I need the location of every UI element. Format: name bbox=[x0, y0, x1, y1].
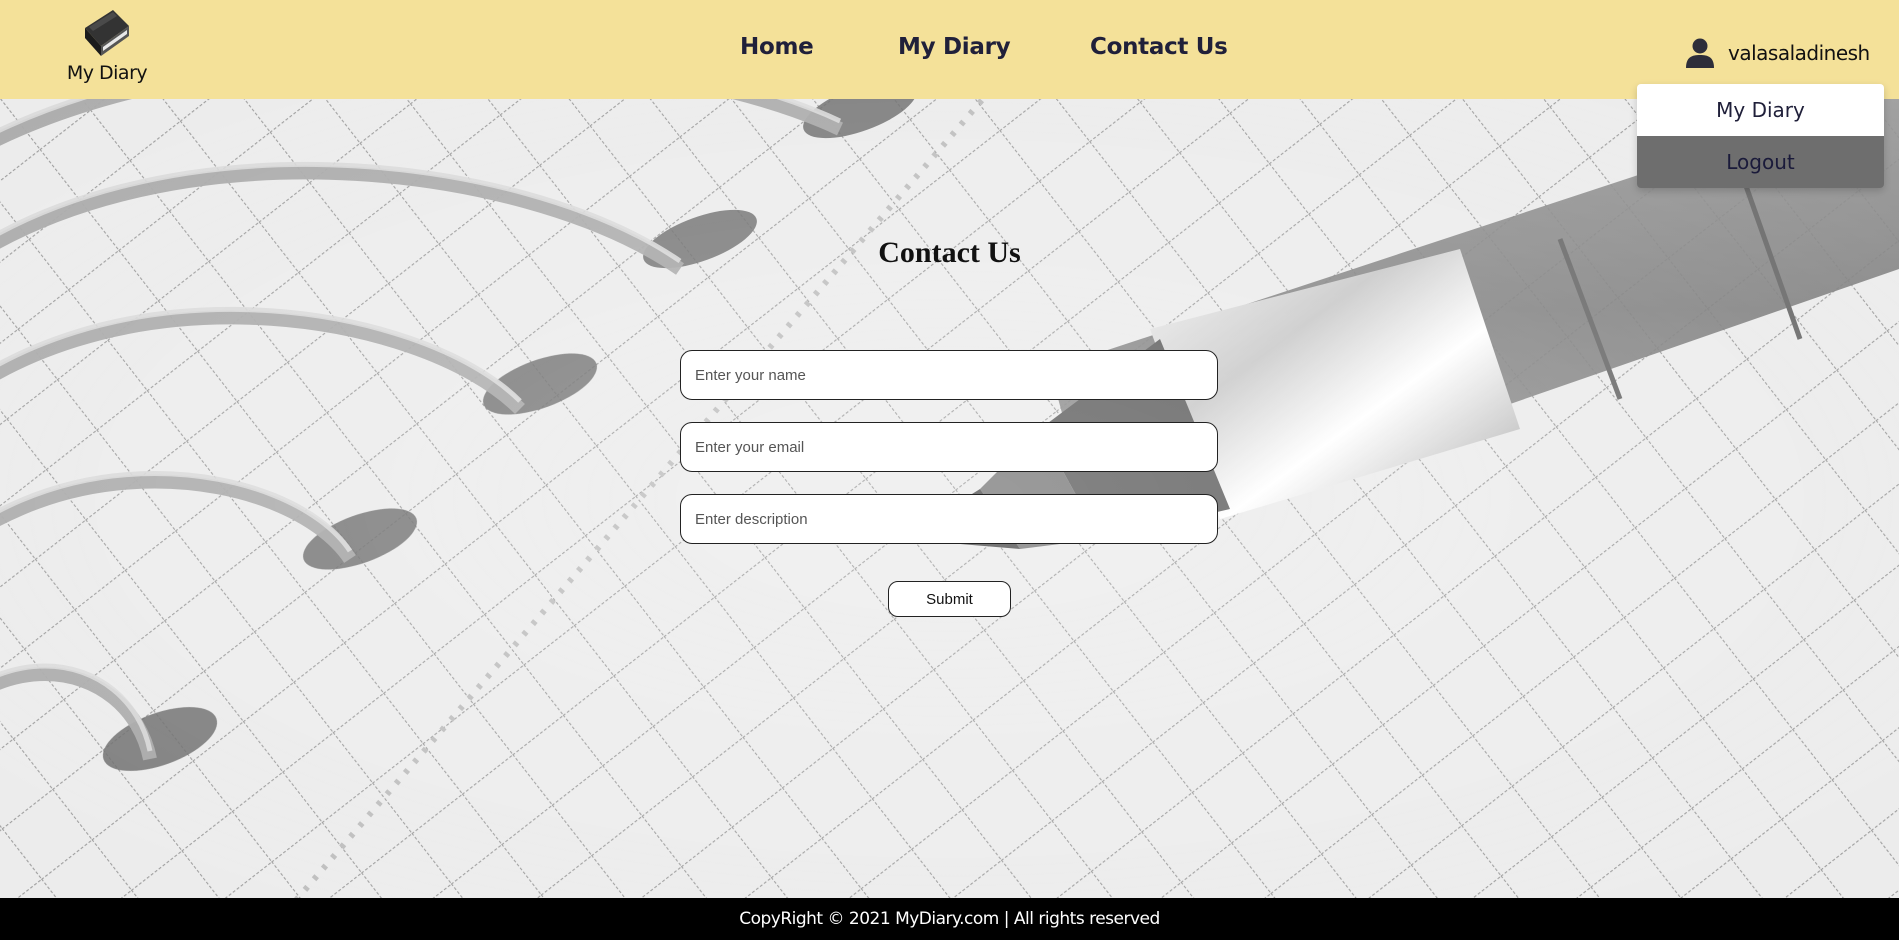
user-dropdown-menu: My Diary Logout bbox=[1637, 84, 1884, 188]
brand-name: My Diary bbox=[66, 62, 148, 84]
email-input[interactable] bbox=[680, 422, 1218, 472]
top-navbar: My Diary Home My Diary Contact Us valasa… bbox=[0, 0, 1899, 99]
nav-my-diary-link[interactable]: My Diary bbox=[898, 34, 1011, 60]
copyright-text: CopyRight © 2021 MyDiary.com | All right… bbox=[739, 909, 1160, 929]
submit-button[interactable]: Submit bbox=[888, 581, 1011, 617]
nav-home-link[interactable]: Home bbox=[740, 34, 814, 60]
page-title: Contact Us bbox=[878, 236, 1021, 269]
user-menu-toggle[interactable]: valasaladinesh bbox=[1684, 38, 1870, 68]
description-input[interactable] bbox=[680, 494, 1218, 544]
user-icon bbox=[1686, 38, 1714, 68]
name-input[interactable] bbox=[680, 350, 1218, 400]
dropdown-my-diary[interactable]: My Diary bbox=[1637, 84, 1884, 136]
nav-contact-us-link[interactable]: Contact Us bbox=[1090, 34, 1228, 60]
username: valasaladinesh bbox=[1728, 41, 1870, 65]
dropdown-logout[interactable]: Logout bbox=[1637, 136, 1884, 188]
footer: CopyRight © 2021 MyDiary.com | All right… bbox=[0, 898, 1899, 940]
main-nav: Home My Diary Contact Us bbox=[0, 34, 1899, 64]
